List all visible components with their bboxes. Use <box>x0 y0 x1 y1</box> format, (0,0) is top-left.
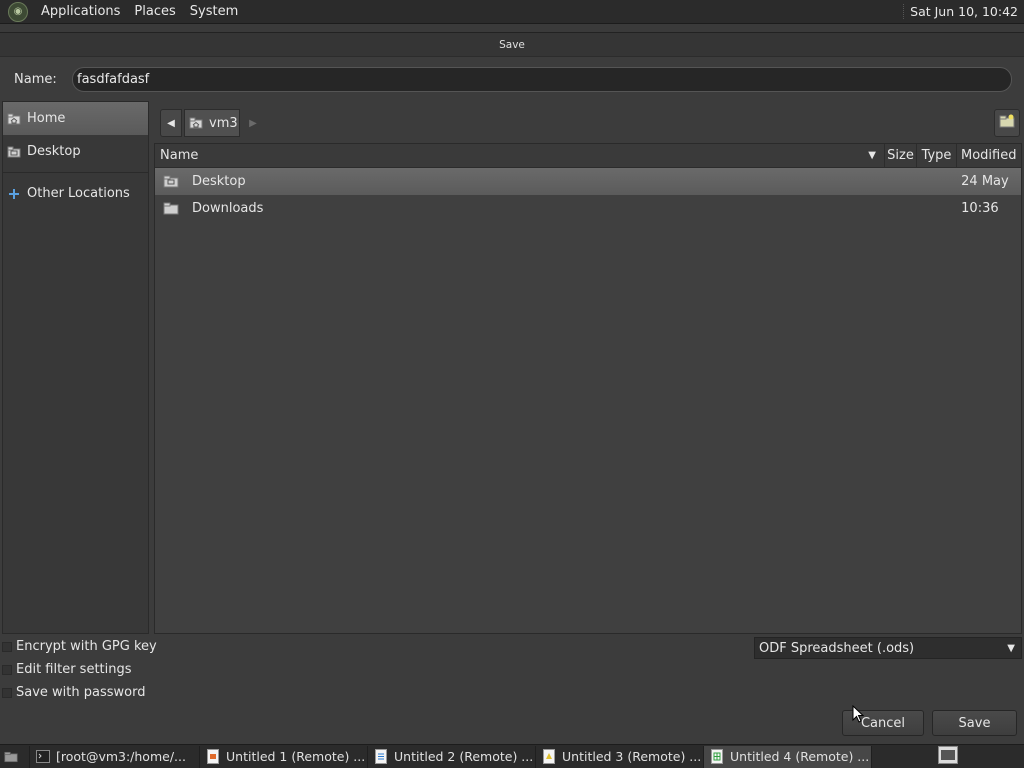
workspace-icon <box>938 746 958 767</box>
task-label: Untitled 2 (Remote) ... <box>394 749 534 764</box>
task-terminal[interactable]: [root@vm3:/home/... <box>30 745 200 768</box>
sidebar-item-label: Desktop <box>27 144 81 159</box>
save-dialog: Save Name: Home Desktop Other Locations <box>0 32 1024 744</box>
folder-icon <box>163 202 179 215</box>
places-sidebar: Home Desktop Other Locations <box>2 101 149 634</box>
task-untitled-2[interactable]: Untitled 2 (Remote) ... <box>368 745 536 768</box>
row-name: Downloads <box>192 201 264 216</box>
path-back-button[interactable]: ◀ <box>160 109 182 137</box>
show-desktop-button[interactable] <box>0 745 30 768</box>
column-name-label: Name <box>160 148 199 163</box>
column-header-type[interactable]: Type <box>917 144 957 167</box>
workspace-switcher[interactable] <box>936 746 960 768</box>
file-list: Name ▼ Size Type Modified Desktop 24 May… <box>154 143 1022 634</box>
new-folder-icon <box>999 114 1015 132</box>
menu-system[interactable]: System <box>183 4 245 19</box>
options-area: Encrypt with GPG key Edit filter setting… <box>0 635 1024 715</box>
row-modified: 10:36 <box>961 201 999 216</box>
task-label: Untitled 4 (Remote) ... <box>730 749 870 764</box>
name-label: Name: <box>14 71 57 87</box>
table-row[interactable]: Downloads 10:36 <box>155 195 1021 222</box>
row-name: Desktop <box>192 174 246 189</box>
plus-icon <box>7 188 21 200</box>
menu-places[interactable]: Places <box>127 4 182 19</box>
row-modified: 24 May <box>961 174 1009 189</box>
edit-filter-checkbox-row[interactable]: Edit filter settings <box>0 658 1024 681</box>
sidebar-item-label: Other Locations <box>27 186 130 201</box>
filename-input[interactable] <box>72 66 1012 92</box>
checkbox-label: Edit filter settings <box>16 662 132 677</box>
distro-logo-icon[interactable]: ◉ <box>8 1 28 22</box>
sidebar-item-other-locations[interactable]: Other Locations <box>3 177 148 210</box>
column-header-modified[interactable]: Modified <box>957 144 1021 167</box>
checkbox-label: Save with password <box>16 685 146 700</box>
bottom-taskbar: [root@vm3:/home/... Untitled 1 (Remote) … <box>0 744 1024 768</box>
task-untitled-3[interactable]: Untitled 3 (Remote) ... <box>536 745 704 768</box>
draw-icon <box>542 749 556 764</box>
dropdown-arrow-icon: ▼ <box>1007 642 1015 654</box>
new-folder-button[interactable] <box>994 109 1020 137</box>
sidebar-item-home[interactable]: Home <box>3 102 148 135</box>
sidebar-item-label: Home <box>27 111 66 126</box>
task-untitled-1[interactable]: Untitled 1 (Remote) ... <box>200 745 368 768</box>
sidebar-item-desktop[interactable]: Desktop <box>3 135 148 168</box>
desktop-folder-icon <box>7 146 21 158</box>
column-header-size[interactable]: Size <box>885 144 917 167</box>
home-folder-icon <box>7 113 21 125</box>
sidebar-separator <box>3 172 148 173</box>
clock[interactable]: Sat Jun 10, 10:42 <box>903 4 1018 19</box>
task-label: Untitled 1 (Remote) ... <box>226 749 366 764</box>
row-name-cell: Desktop <box>155 174 883 189</box>
impress-icon <box>206 749 220 764</box>
file-type-select[interactable]: ODF Spreadsheet (.ods) ▼ <box>754 637 1022 659</box>
path-segment-vm3[interactable]: vm3 <box>184 109 240 137</box>
terminal-icon <box>36 749 50 764</box>
desktop-folder-icon <box>163 175 179 188</box>
mouse-cursor-icon <box>852 704 865 723</box>
task-label: [root@vm3:/home/... <box>56 749 186 764</box>
writer-icon <box>374 749 388 764</box>
chevron-right-icon: ▶ <box>249 117 257 129</box>
encrypt-checkbox[interactable] <box>2 641 12 652</box>
top-panel: ◉ Applications Places System Sat Jun 10,… <box>0 0 1024 24</box>
password-checkbox-row[interactable]: Save with password <box>0 681 1024 704</box>
table-row[interactable]: Desktop 24 May <box>155 168 1021 195</box>
show-desktop-icon <box>4 749 18 764</box>
chevron-left-icon: ◀ <box>167 117 175 129</box>
path-segment-label: vm3 <box>209 115 238 131</box>
name-row: Name: <box>0 65 1024 93</box>
file-list-header: Name ▼ Size Type Modified <box>155 144 1021 168</box>
file-type-value: ODF Spreadsheet (.ods) <box>759 640 915 656</box>
dialog-title: Save <box>0 33 1024 57</box>
path-bar: ◀ vm3 ▶ <box>158 109 1020 139</box>
home-folder-icon <box>189 117 203 129</box>
menu-applications[interactable]: Applications <box>34 4 127 19</box>
sort-down-icon: ▼ <box>868 150 876 161</box>
password-checkbox[interactable] <box>2 687 12 698</box>
task-label: Untitled 3 (Remote) ... <box>562 749 702 764</box>
save-button[interactable]: Save <box>932 710 1017 736</box>
calc-icon <box>710 749 724 764</box>
task-untitled-4[interactable]: Untitled 4 (Remote) ... <box>704 745 872 768</box>
column-header-name[interactable]: Name ▼ <box>155 144 885 167</box>
edit-filter-checkbox[interactable] <box>2 664 12 675</box>
checkbox-label: Encrypt with GPG key <box>16 639 157 654</box>
path-forward-button[interactable]: ▶ <box>242 109 264 137</box>
row-name-cell: Downloads <box>155 201 883 216</box>
